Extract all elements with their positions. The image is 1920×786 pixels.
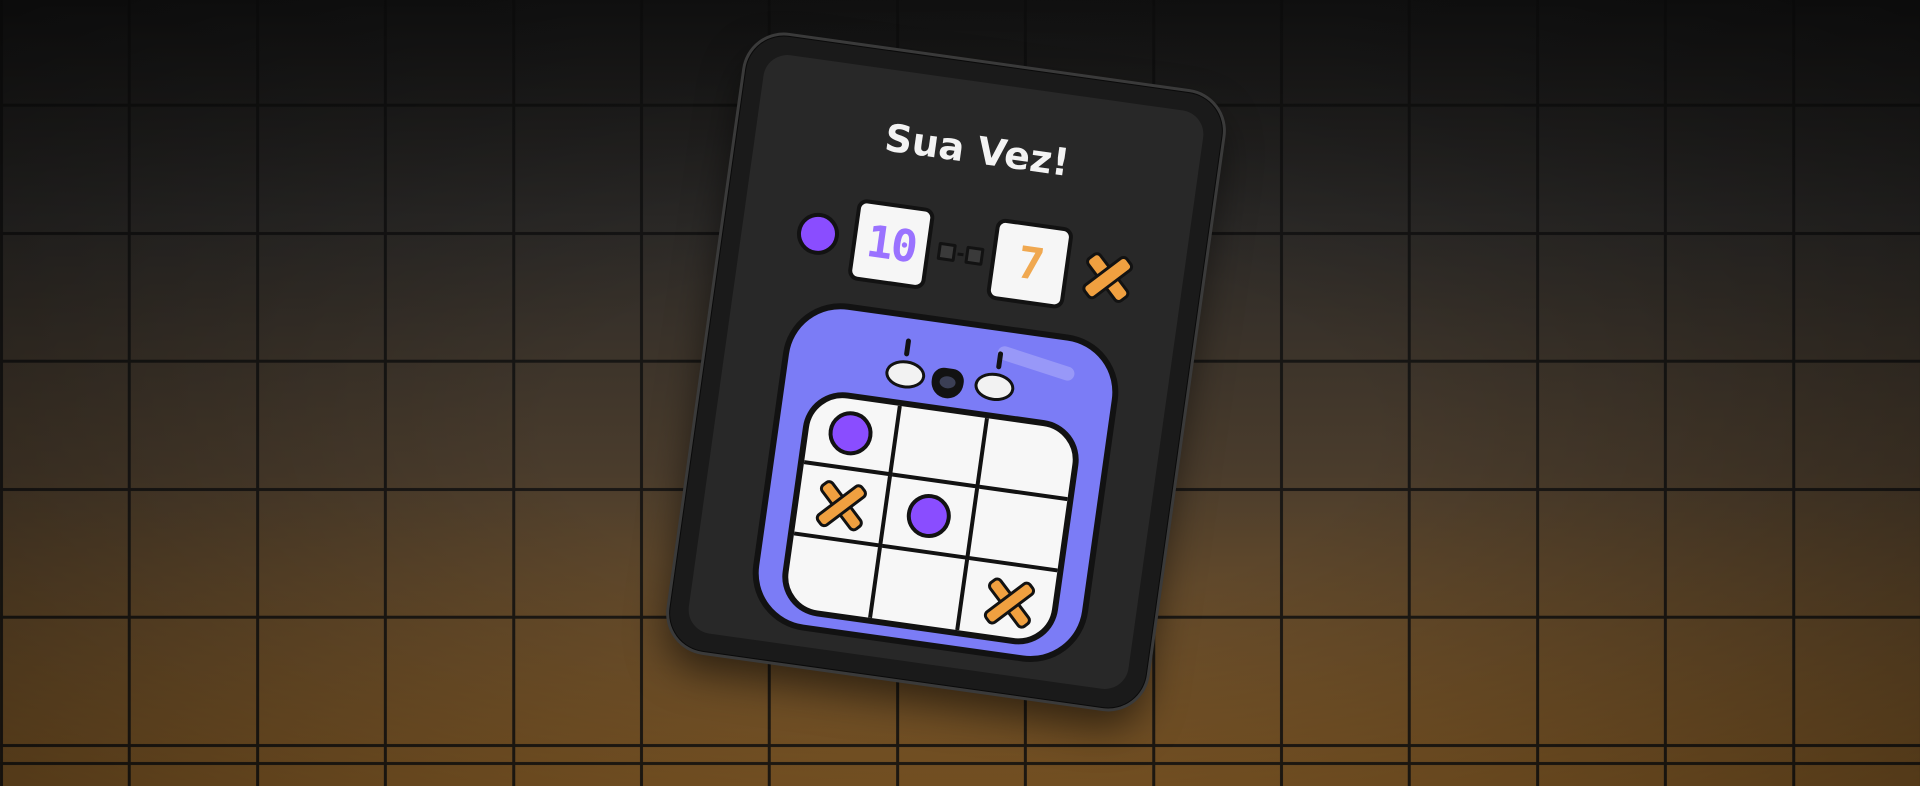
right-eye-icon (995, 351, 1004, 370)
x-piece-icon (981, 574, 1038, 632)
board-cell-3-1[interactable] (783, 535, 882, 619)
board-cell-2-3[interactable] (969, 489, 1068, 573)
board-cell-2-2[interactable] (881, 476, 980, 560)
score-link-icon (936, 241, 985, 266)
player-o-score: 10 (846, 198, 936, 291)
board-cell-1-2[interactable] (891, 406, 990, 490)
tablet-screen: Sua Vez! 10 7 (685, 51, 1207, 693)
o-piece-icon (903, 491, 954, 541)
player-x-icon (1079, 248, 1136, 306)
x-piece-icon (813, 477, 870, 534)
board-cell-1-3[interactable] (979, 418, 1078, 502)
right-cheek (972, 370, 1017, 404)
left-eye-icon (903, 338, 912, 357)
board-cell-3-3[interactable] (959, 560, 1057, 643)
board-cell-3-2[interactable] (871, 547, 970, 631)
board-cell-1-1[interactable] (803, 393, 902, 477)
player-x-score: 7 (985, 217, 1075, 310)
o-piece-icon (826, 408, 876, 458)
turn-title: Sua Vez! (882, 115, 1073, 185)
board-character-frame (745, 295, 1126, 670)
player-o-icon (794, 210, 842, 258)
board-cell-2-1[interactable] (793, 464, 892, 548)
tablet-device: Sua Vez! 10 7 (660, 27, 1232, 717)
nose-icon (929, 366, 966, 401)
scoreboard: 10 7 (737, 181, 1189, 328)
left-cheek (883, 357, 928, 392)
game-board (777, 387, 1084, 650)
